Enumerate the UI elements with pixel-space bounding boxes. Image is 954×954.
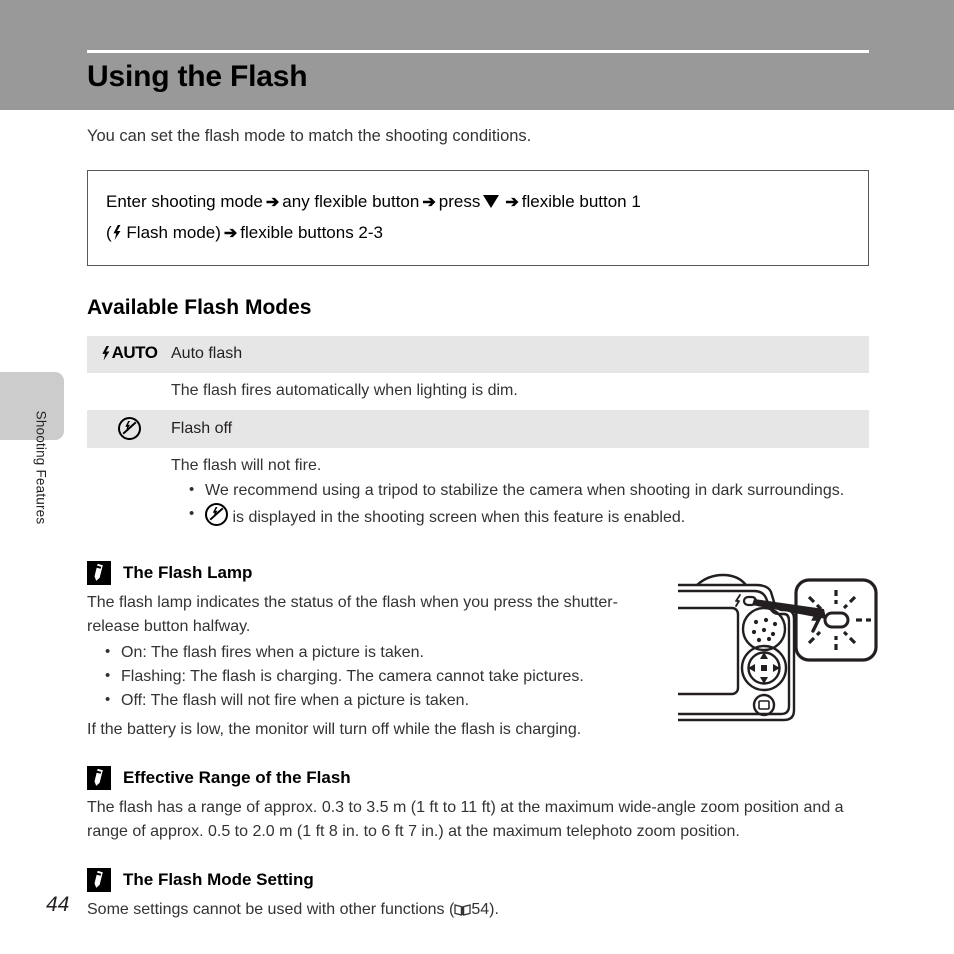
note-title: Effective Range of the Flash (123, 767, 351, 787)
note-title: The Flash Lamp (123, 562, 253, 582)
procedure-step-press: press (438, 192, 481, 211)
flash-auto-icon-cell: AUTO (87, 336, 171, 373)
note-text-after-reference: ). (489, 900, 499, 918)
note-paragraph: Some settings cannot be used with other … (87, 898, 869, 922)
note-closing-text: If the battery is low, the monitor will … (87, 720, 582, 738)
flash-bolt-icon (113, 225, 121, 240)
note-paragraph: The flash lamp indicates the status of t… (87, 593, 618, 635)
arrow-icon: ➔ (265, 194, 280, 211)
procedure-step-any-flexible-button: any flexible button (282, 192, 420, 211)
flash-off-icon-cell (87, 409, 171, 448)
procedure-step-flexible-buttons-2-3: flexible buttons 2-3 (240, 223, 383, 242)
camera-back-flash-lamp-illustration (652, 572, 878, 737)
chapter-tab (0, 372, 64, 440)
arrow-icon: ➔ (223, 225, 238, 242)
triangle-down-icon (483, 195, 500, 208)
chapter-label: Shooting Features (33, 410, 49, 525)
procedure-box: Enter shooting mode ➔ any flexible button ➔… (87, 170, 869, 266)
page-content: You can set the flash mode to match the … (87, 110, 869, 922)
procedure-flash-mode-label: Flash mode) (126, 223, 221, 242)
procedure-step-flexible-button-1: flexible button 1 (521, 192, 641, 211)
pencil-note-icon (87, 765, 111, 790)
pencil-note-icon (87, 867, 111, 892)
procedure-line-2: ( Flash mode) ➔ flexible buttons 2-3 (106, 218, 850, 249)
flash-bolt-icon (102, 345, 110, 361)
note-reference-page: 54 (471, 900, 490, 918)
section-heading-available-flash-modes: Available Flash Modes (87, 296, 312, 319)
page-number: 44 (46, 893, 70, 916)
intro-text: You can set the flash mode to match the … (87, 127, 532, 145)
note-paragraph: The flash has a range of approx. 0.3 to … (87, 798, 844, 840)
note-header: Effective Range of the Flash (87, 765, 869, 790)
flash-auto-icon-text: AUTO (111, 343, 158, 362)
flash-modes-table: AUTO Auto flash The flash fires automati… (87, 336, 869, 537)
flash-off-icon (205, 502, 228, 526)
note-header: The Flash Mode Setting (87, 867, 869, 892)
mode-description-auto-flash: The flash fires automatically when light… (87, 372, 869, 410)
list-item: is displayed in the shooting screen when… (189, 502, 869, 529)
list-item: We recommend using a tripod to stabilize… (189, 478, 869, 502)
table-row: Flash off (87, 409, 869, 448)
table-row: AUTO Auto flash (87, 336, 869, 373)
flash-off-bullet-list: We recommend using a tripod to stabilize… (171, 478, 869, 529)
flash-lamp-glow-callout (794, 578, 878, 662)
mode-description-text: The flash will not fire. (171, 456, 322, 474)
note-flash-mode-setting: The Flash Mode Setting Some settings can… (87, 867, 869, 922)
note-title: The Flash Mode Setting (123, 869, 314, 889)
table-row: The flash fires automatically when light… (87, 372, 869, 410)
procedure-step-enter-shooting-mode: Enter shooting mode (106, 192, 263, 211)
list-item-text: is displayed in the shooting screen when… (232, 508, 686, 526)
note-text-before-reference: Some settings cannot be used with other … (87, 900, 455, 918)
pencil-note-icon (87, 560, 111, 585)
arrow-icon: ➔ (505, 194, 519, 211)
note-effective-range: Effective Range of the Flash The flash h… (87, 765, 869, 844)
book-icon (454, 903, 471, 916)
procedure-paren-open: ( (106, 223, 112, 242)
header-rule (87, 50, 869, 53)
mode-description-flash-off: The flash will not fire. We recommend us… (87, 447, 869, 537)
page-header-band: Using the Flash (0, 0, 954, 110)
mode-label-flash-off: Flash off (171, 409, 869, 448)
mode-label-auto-flash: Auto flash (171, 336, 869, 373)
table-row: The flash will not fire. We recommend us… (87, 447, 869, 537)
page-title: Using the Flash (87, 60, 308, 93)
flash-auto-icon: AUTO (101, 343, 158, 363)
procedure-line-1: Enter shooting mode ➔ any flexible button ➔… (106, 187, 850, 218)
arrow-icon: ➔ (422, 194, 436, 211)
flash-off-icon (117, 416, 141, 440)
